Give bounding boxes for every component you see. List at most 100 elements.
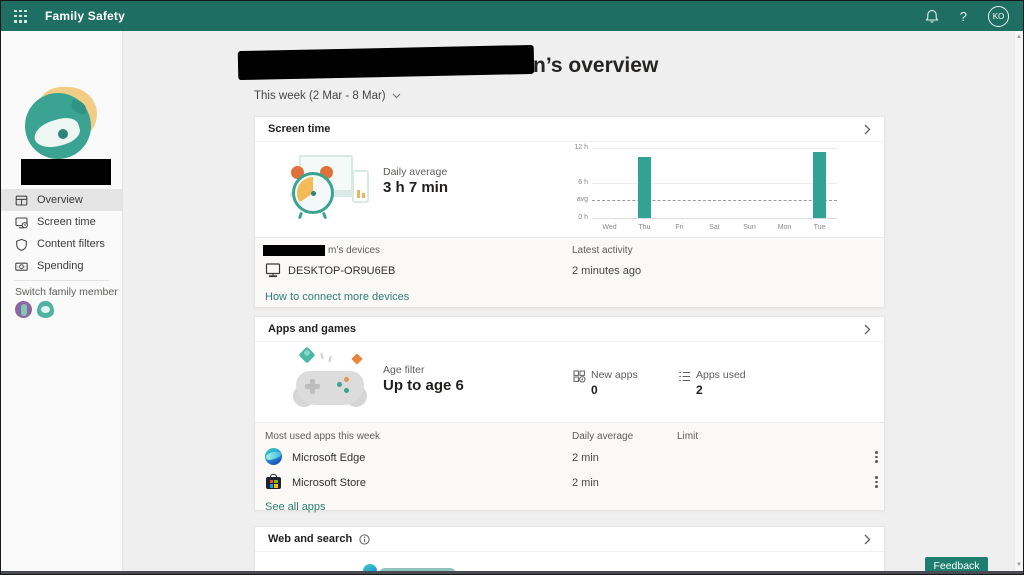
screen-time-card-header[interactable]: Screen time: [255, 117, 884, 142]
screen-time-illustration: [287, 155, 369, 219]
devices-section: m’s devices Latest activity DESKTOP-OR9U…: [255, 237, 884, 307]
microsoft-store-icon: [265, 473, 282, 490]
switch-family-member-label: Switch family member: [15, 286, 118, 298]
app-row-more-options-icon[interactable]: [873, 449, 880, 465]
overview-icon: [15, 194, 28, 207]
avatar-sloth-circle: [25, 93, 91, 159]
top-app-bar: Family Safety ? KO: [1, 1, 1023, 31]
chart-xtick-label: Tue: [803, 224, 837, 231]
app-title: Family Safety: [45, 9, 125, 23]
device-latest-activity: 2 minutes ago: [572, 265, 641, 277]
chart-ytick-label: 6 h: [562, 179, 588, 186]
family-member-avatar-1[interactable]: [15, 301, 32, 318]
most-used-apps-section: Most used apps this week Daily average L…: [255, 422, 884, 510]
chart-xtick-label: Fri: [663, 224, 697, 231]
sidebar-divider: [14, 280, 109, 281]
chart-bar: [813, 152, 826, 218]
chart-gridline: [592, 218, 837, 219]
age-filter-value: Up to age 6: [383, 377, 464, 394]
chevron-right-icon: [864, 124, 871, 135]
daily-average-column-label: Daily average: [572, 431, 633, 442]
page-title-redacted-name: [238, 45, 535, 80]
chart-average-line: [592, 200, 837, 201]
window-bottom-border: [1, 571, 1023, 574]
sidebar: Overview Screen time Content filters Spe…: [1, 31, 123, 571]
new-apps-label: New apps: [591, 369, 638, 381]
app-row-daily-average: 2 min: [572, 452, 599, 464]
screen-time-card: Screen time Daily average 3 h 7 min 12 h…: [254, 116, 885, 308]
chart-xtick-label: Mon: [768, 224, 802, 231]
notifications-bell-icon[interactable]: [925, 9, 939, 24]
scrollbar-up-arrow[interactable]: ▲: [1015, 34, 1023, 40]
daily-average-value: 3 h 7 min: [383, 179, 448, 196]
apps-used-value: 2: [696, 383, 703, 397]
screen-time-icon: [15, 216, 28, 229]
chart-ytick-label: 12 h: [562, 144, 588, 151]
chart-gridline: [592, 148, 837, 149]
chart-xtick-label: Wed: [593, 224, 627, 231]
apps-and-games-card: Apps and games Age filter Up to age 6 Ne…: [254, 316, 885, 511]
app-row-daily-average: 2 min: [572, 477, 599, 489]
age-filter-label: Age filter: [383, 364, 424, 376]
week-range-dropdown[interactable]: This week (2 Mar - 8 Mar): [254, 90, 401, 102]
sidebar-item-content-filters[interactable]: Content filters: [1, 233, 122, 255]
apps-and-games-card-header[interactable]: Apps and games: [255, 317, 884, 342]
chart-ytick-label: avg: [562, 196, 588, 203]
chart-gridline: [592, 183, 837, 184]
most-used-apps-column-label: Most used apps this week: [265, 431, 380, 442]
card-title: Web and search: [268, 533, 352, 545]
week-range-label: This week (2 Mar - 8 Mar): [254, 90, 386, 102]
chevron-right-icon: [864, 534, 871, 545]
main-content: n’s overview This week (2 Mar - 8 Mar) S…: [124, 31, 1023, 571]
limit-column-label: Limit: [677, 431, 698, 442]
apps-used-icon: [678, 370, 691, 388]
spending-icon: [15, 260, 28, 273]
web-and-search-card: Web and search: [254, 526, 885, 575]
screen-time-chart: 12 h 6 h avg 0 h WedThuFriSatSunMonTue: [562, 143, 854, 237]
web-and-search-card-header[interactable]: Web and search: [255, 527, 884, 552]
family-safety-window: Family Safety ? KO Overview: [0, 0, 1024, 575]
devices-owner-redacted: [263, 245, 325, 256]
device-name: DESKTOP-OR9U6EB: [288, 265, 395, 277]
sidebar-item-screen-time[interactable]: Screen time: [1, 211, 122, 233]
see-all-apps-link[interactable]: See all apps: [265, 501, 326, 513]
content-filters-shield-icon: [15, 238, 28, 251]
microsoft-edge-icon: [265, 448, 282, 465]
info-icon[interactable]: [359, 534, 370, 545]
card-title: Apps and games: [268, 323, 356, 335]
member-name-redacted: [21, 159, 111, 185]
chart-ytick-label: 0 h: [562, 214, 588, 221]
chart-xtick-label: Thu: [628, 224, 662, 231]
app-row-name: Microsoft Edge: [292, 452, 365, 464]
chevron-down-icon: [392, 93, 401, 99]
card-title: Screen time: [268, 123, 330, 135]
sidebar-item-spending[interactable]: Spending: [1, 255, 122, 277]
sidebar-item-label: Spending: [37, 260, 84, 272]
vertical-scrollbar[interactable]: ▲ ▼: [1014, 31, 1023, 571]
scrollbar-down-arrow[interactable]: ▼: [1015, 562, 1023, 568]
app-launcher-waffle-icon[interactable]: [14, 10, 27, 23]
help-icon[interactable]: ?: [960, 9, 967, 24]
daily-average-label: Daily average: [383, 166, 447, 178]
new-apps-value: 0: [591, 383, 598, 397]
page-title: n’s overview: [533, 54, 658, 78]
chart-bar: [638, 157, 651, 218]
family-member-avatar-2[interactable]: [37, 301, 54, 318]
family-member-avatar: [25, 87, 99, 161]
chart-xtick-label: Sun: [733, 224, 767, 231]
apps-used-label: Apps used: [696, 369, 746, 381]
sidebar-item-label: Content filters: [37, 238, 105, 250]
app-row-name: Microsoft Store: [292, 477, 366, 489]
account-avatar[interactable]: KO: [988, 6, 1009, 27]
app-row-more-options-icon[interactable]: [873, 474, 880, 490]
latest-activity-column-label: Latest activity: [572, 245, 633, 256]
new-apps-icon: [573, 370, 586, 388]
sidebar-item-overview[interactable]: Overview: [1, 189, 122, 211]
game-controller-illustration: [291, 347, 369, 411]
chevron-right-icon: [864, 324, 871, 335]
chart-xtick-label: Sat: [698, 224, 732, 231]
family-member-switcher: [15, 301, 54, 318]
sidebar-item-label: Screen time: [37, 216, 96, 228]
sidebar-nav: Overview Screen time Content filters Spe…: [1, 189, 122, 277]
connect-more-devices-link[interactable]: How to connect more devices: [265, 291, 409, 303]
